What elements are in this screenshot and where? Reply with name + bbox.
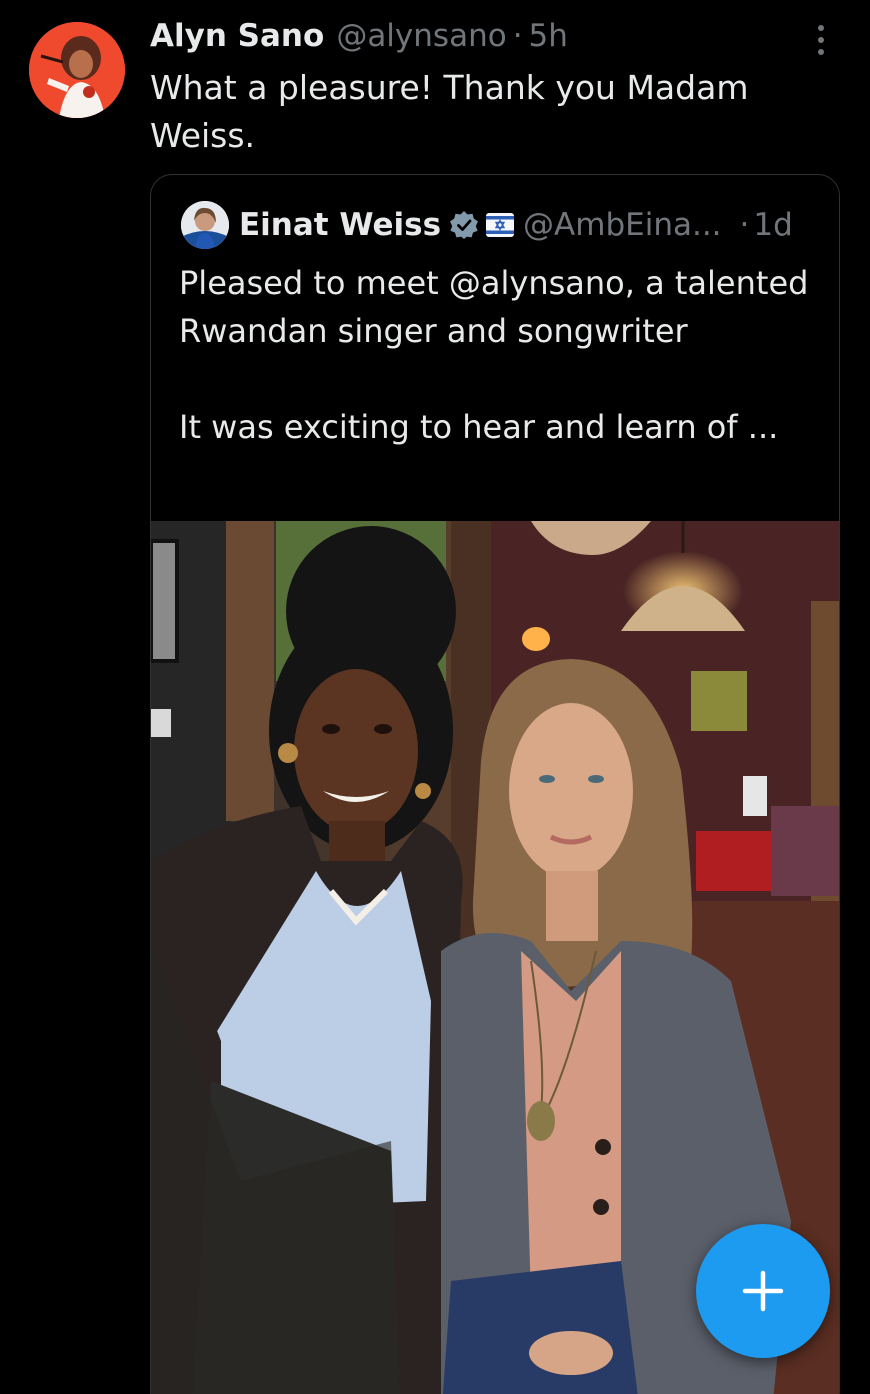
quoted-author-avatar[interactable]	[181, 201, 229, 249]
tweet[interactable]: Alyn Sano @alynsano · 5h What a pleasure…	[0, 0, 870, 1394]
quoted-author-name[interactable]: Einat Weiss	[239, 207, 441, 243]
separator: ·	[512, 18, 523, 54]
quoted-tweet[interactable]: Einat Weiss @AmbEina... · 1d Pleased to …	[150, 174, 840, 1394]
tweet-text: What a pleasure! Thank you Madam Weiss.	[150, 68, 749, 155]
more-vertical-icon[interactable]	[806, 22, 836, 58]
plus-icon	[742, 1270, 784, 1312]
quoted-tweet-header: Einat Weiss @AmbEina... · 1d	[239, 203, 813, 247]
verified-badge-icon	[450, 211, 479, 239]
tweet-time[interactable]: 5h	[529, 18, 568, 54]
quoted-author-handle[interactable]: @AmbEina...	[523, 207, 722, 243]
flag-emoji-icon	[486, 213, 515, 237]
author-name[interactable]: Alyn Sano	[150, 18, 324, 54]
quoted-tweet-text: Pleased to meet @alynsano, a talented Rw…	[179, 264, 809, 446]
tweet-header: Alyn Sano @alynsano · 5h	[150, 18, 810, 58]
author-avatar[interactable]	[29, 22, 125, 118]
separator: ·	[739, 207, 750, 243]
author-handle[interactable]: @alynsano	[336, 18, 506, 54]
quoted-tweet-time[interactable]: 1d	[753, 207, 792, 243]
compose-button[interactable]	[696, 1224, 830, 1358]
